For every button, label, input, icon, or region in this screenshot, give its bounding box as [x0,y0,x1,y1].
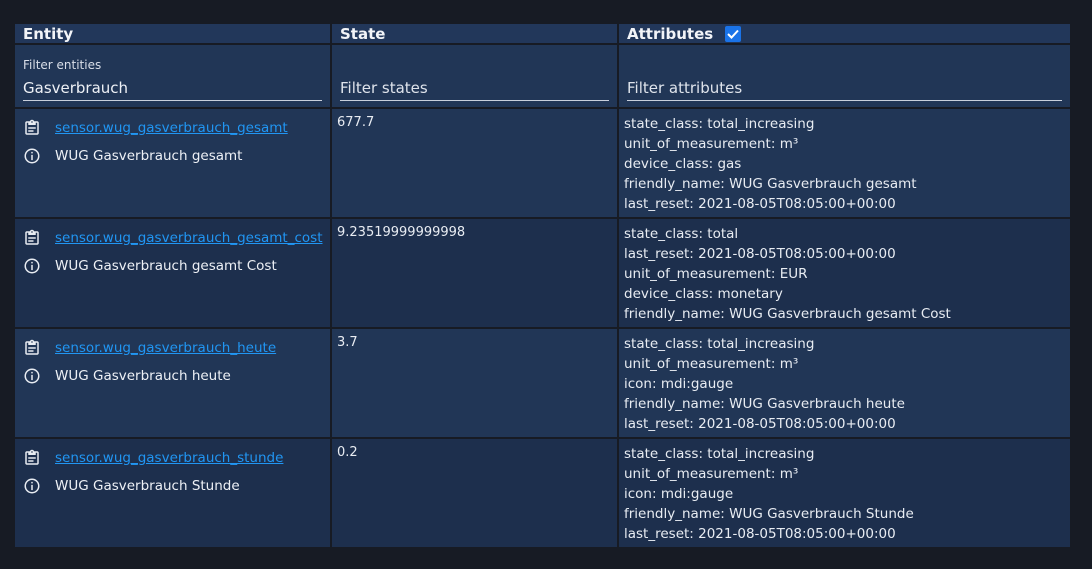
filter-entities-input[interactable] [23,76,322,101]
clipboard-icon[interactable] [23,449,41,467]
attribute-line: unit_of_measurement: m³ [624,356,799,372]
show-attributes-checkbox[interactable] [725,26,742,42]
clipboard-icon[interactable] [23,339,41,357]
entity-name-line: WUG Gasverbrauch gesamt [23,147,242,165]
column-header-state: State [332,24,617,43]
entity-friendly-name: WUG Gasverbrauch heute [55,368,231,384]
column-header-entity: Entity [15,24,330,43]
entity-id-link[interactable]: sensor.wug_gasverbrauch_heute [55,340,276,356]
table-row-attributes-cell: state_class: total_increasing unit_of_me… [619,329,1070,437]
entity-id-line: sensor.wug_gasverbrauch_gesamt_cost [23,229,323,247]
attribute-line: state_class: total_increasing [624,336,815,352]
attribute-line: friendly_name: WUG Gasverbrauch gesamt [624,176,917,192]
filter-entities-cell: Filter entities [15,45,330,107]
attribute-line: device_class: gas [624,156,742,172]
column-header-attributes-label: Attributes [627,24,714,43]
attributes-list: state_class: total_increasing unit_of_me… [624,334,905,434]
table-row-entity-cell: sensor.wug_gasverbrauch_heute WUG Gasver… [15,329,330,437]
attribute-line: state_class: total_increasing [624,446,815,462]
attributes-list: state_class: total_increasing unit_of_me… [624,444,914,544]
attribute-line: icon: mdi:gauge [624,376,734,392]
table-row-entity-cell: sensor.wug_gasverbrauch_gesamt WUG Gasve… [15,109,330,217]
filter-attributes-input[interactable] [627,76,1062,101]
table-row-state-cell: 0.2 [332,439,617,547]
filter-attributes-cell [619,45,1070,107]
state-value: 3.7 [337,335,358,350]
attribute-line: unit_of_measurement: m³ [624,466,799,482]
column-header-state-label: State [340,24,386,43]
column-header-attributes: Attributes [619,24,1070,43]
clipboard-icon[interactable] [23,119,41,137]
attribute-line: unit_of_measurement: EUR [624,266,808,282]
info-circle-icon[interactable] [23,147,41,165]
table-row-state-cell: 677.7 [332,109,617,217]
attribute-line: state_class: total_increasing [624,116,815,132]
entity-name-line: WUG Gasverbrauch Stunde [23,477,240,495]
entity-id-line: sensor.wug_gasverbrauch_stunde [23,449,283,467]
attributes-list: state_class: total_increasing unit_of_me… [624,114,917,214]
table-row-state-cell: 3.7 [332,329,617,437]
table-row-state-cell: 9.23519999999998 [332,219,617,327]
entity-name-line: WUG Gasverbrauch heute [23,367,231,385]
state-value: 677.7 [337,115,375,130]
attribute-line: last_reset: 2021-08-05T08:05:00+00:00 [624,416,896,432]
entity-id-link[interactable]: sensor.wug_gasverbrauch_stunde [55,450,283,466]
clipboard-icon[interactable] [23,229,41,247]
attribute-line: last_reset: 2021-08-05T08:05:00+00:00 [624,246,896,262]
entity-id-line: sensor.wug_gasverbrauch_gesamt [23,119,288,137]
attributes-list: state_class: total last_reset: 2021-08-0… [624,224,951,324]
column-header-entity-label: Entity [23,24,74,43]
attribute-line: icon: mdi:gauge [624,486,734,502]
entity-id-line: sensor.wug_gasverbrauch_heute [23,339,276,357]
info-circle-icon[interactable] [23,367,41,385]
info-circle-icon[interactable] [23,477,41,495]
table-row-attributes-cell: state_class: total_increasing unit_of_me… [619,439,1070,547]
filter-states-input[interactable] [340,76,609,101]
attribute-line: friendly_name: WUG Gasverbrauch Stunde [624,506,914,522]
attribute-line: friendly_name: WUG Gasverbrauch gesamt C… [624,306,951,322]
attribute-line: unit_of_measurement: m³ [624,136,799,152]
entity-friendly-name: WUG Gasverbrauch gesamt [55,148,243,164]
entity-friendly-name: WUG Gasverbrauch gesamt Cost [55,258,277,274]
state-value: 0.2 [337,445,358,460]
entity-id-link[interactable]: sensor.wug_gasverbrauch_gesamt_cost [55,230,323,246]
table-row-attributes-cell: state_class: total last_reset: 2021-08-0… [619,219,1070,327]
attribute-line: device_class: monetary [624,286,783,302]
info-circle-icon[interactable] [23,257,41,275]
state-value: 9.23519999999998 [337,225,466,240]
table-row-entity-cell: sensor.wug_gasverbrauch_stunde WUG Gasve… [15,439,330,547]
attribute-line: last_reset: 2021-08-05T08:05:00+00:00 [624,196,896,212]
entity-name-line: WUG Gasverbrauch gesamt Cost [23,257,277,275]
attribute-line: state_class: total [624,226,739,242]
entity-id-link[interactable]: sensor.wug_gasverbrauch_gesamt [55,120,288,136]
states-table: Entity State Attributes Filter entities … [15,24,1070,547]
attribute-line: friendly_name: WUG Gasverbrauch heute [624,396,905,412]
table-row-attributes-cell: state_class: total_increasing unit_of_me… [619,109,1070,217]
checkmark-icon [727,29,739,39]
filter-entities-label: Filter entities [23,58,102,72]
attribute-line: last_reset: 2021-08-05T08:05:00+00:00 [624,526,896,542]
table-row-entity-cell: sensor.wug_gasverbrauch_gesamt_cost WUG … [15,219,330,327]
filter-states-cell [332,45,617,107]
entity-friendly-name: WUG Gasverbrauch Stunde [55,478,240,494]
